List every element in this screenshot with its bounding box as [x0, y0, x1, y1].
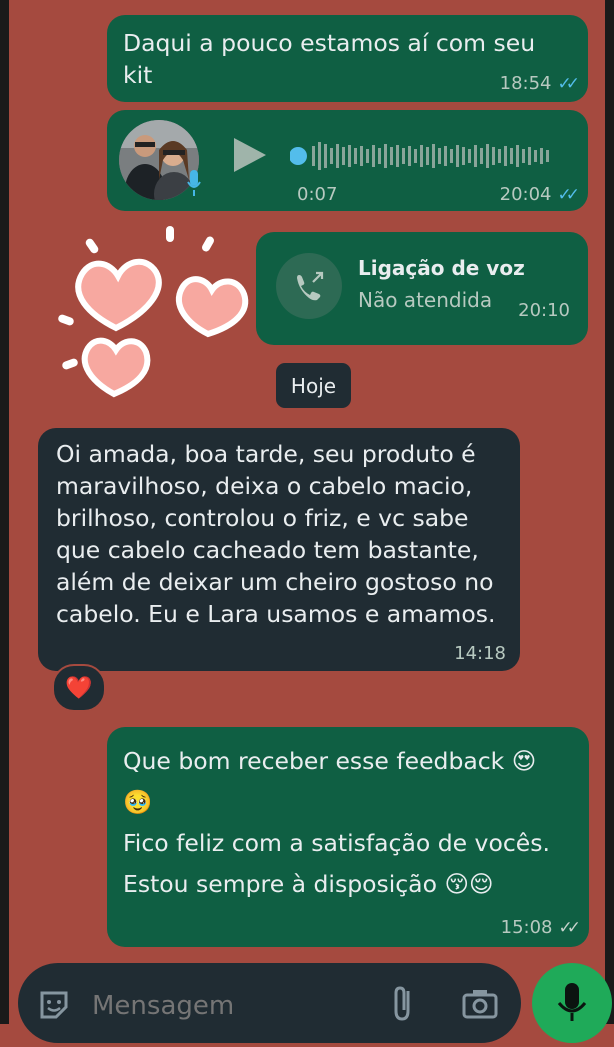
- emoji: 😚😌: [444, 870, 494, 898]
- message-time: 15:08: [500, 917, 553, 938]
- mic-button[interactable]: [532, 963, 612, 1043]
- call-message-bubble[interactable]: Ligação de voz Não atendida 20:10: [256, 232, 588, 345]
- emoji: 🥹: [123, 788, 153, 816]
- message-line: Fico feliz com a satisfação de vocês.: [123, 829, 550, 857]
- double-check-icon: ✓✓: [558, 917, 581, 938]
- message-meta: 20:04 ✓✓: [499, 184, 580, 205]
- double-check-icon: ✓✓: [557, 184, 580, 205]
- message-text: Daqui a pouco estamos aí com seu kit: [123, 29, 536, 89]
- outgoing-message-bubble[interactable]: Que bom receber esse feedback 😍 🥹 Fico f…: [107, 727, 589, 947]
- left-edge: [0, 0, 9, 1024]
- message-line: Estou sempre à disposição 😚😌: [123, 870, 494, 898]
- call-status: Não atendida: [358, 288, 493, 312]
- message-time: 18:54: [499, 73, 552, 94]
- message-meta: 18:54 ✓✓: [499, 73, 580, 94]
- message-time: 20:10: [518, 300, 570, 321]
- outgoing-message-bubble[interactable]: Daqui a pouco estamos aí com seu kit 18:…: [107, 15, 588, 102]
- message-line: Que bom receber esse feedback 😍: [123, 747, 537, 775]
- emoji: 😍: [511, 747, 537, 775]
- paperclip-icon[interactable]: [390, 983, 418, 1023]
- camera-icon[interactable]: [460, 985, 500, 1021]
- sticker-icon[interactable]: [36, 987, 72, 1023]
- message-time: 20:04: [499, 184, 552, 205]
- message-line: 🥹: [123, 782, 583, 823]
- mic-icon: [557, 983, 587, 1021]
- voice-message-bubble[interactable]: 0:07 20:04 ✓✓: [107, 110, 588, 211]
- reaction-badge[interactable]: ❤️: [52, 664, 106, 712]
- play-icon[interactable]: [234, 138, 266, 172]
- incoming-message-bubble[interactable]: Oi amada, boa tarde, seu produto é marav…: [38, 428, 520, 671]
- missed-call-icon: [276, 253, 342, 319]
- message-composer[interactable]: [18, 963, 521, 1043]
- call-title: Ligação de voz: [358, 256, 525, 280]
- voice-duration: 0:07: [297, 184, 337, 205]
- message-input[interactable]: [90, 985, 374, 1027]
- message-text: Oi amada, boa tarde, seu produto é marav…: [56, 440, 496, 628]
- voice-duration-text: 0:07: [297, 184, 338, 205]
- message-text: Que bom receber esse feedback 😍 🥹 Fico f…: [123, 741, 583, 905]
- right-edge: [605, 0, 614, 1024]
- reaction-emoji: ❤️: [65, 675, 93, 701]
- message-meta: 15:08 ✓✓: [500, 917, 581, 938]
- message-meta: 14:18: [454, 643, 506, 664]
- date-chip: Hoje: [276, 363, 351, 408]
- hearts-sticker[interactable]: [48, 224, 258, 404]
- audio-waveform[interactable]: [290, 136, 560, 176]
- mic-icon: [187, 168, 201, 198]
- message-meta: 20:10: [518, 300, 570, 321]
- message-time: 14:18: [454, 643, 506, 664]
- double-check-icon: ✓✓: [557, 73, 580, 94]
